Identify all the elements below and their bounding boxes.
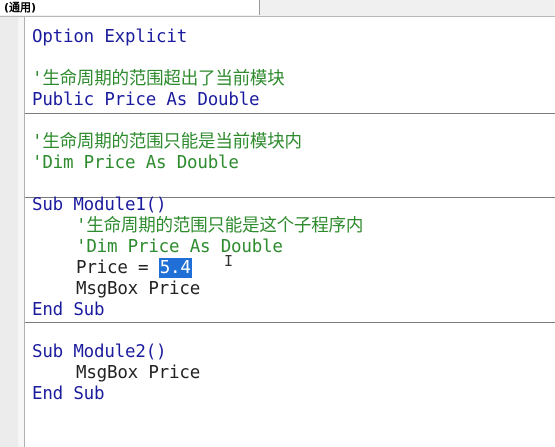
code-line[interactable]: Sub Module1() (32, 195, 547, 216)
code-line[interactable]: Price = 5.4 (32, 258, 547, 279)
code-line[interactable]: End Sub (32, 300, 547, 321)
code-line[interactable]: MsgBox Price (32, 279, 547, 300)
code-line[interactable]: Sub Module2() (32, 342, 547, 363)
text-cursor-icon: I (224, 252, 234, 270)
code-comment-line[interactable]: '生命周期的范围只能是这个子程序内 (32, 216, 547, 237)
selected-text[interactable]: 5.4 (158, 258, 192, 278)
code-comment-line[interactable]: '生命周期的范围只能是当前模块内 (32, 132, 547, 153)
code-line[interactable]: MsgBox Price (32, 363, 547, 384)
code-text: Price = (76, 258, 159, 278)
code-line[interactable] (32, 111, 547, 132)
code-comment-line[interactable]: 'Dim Price As Double (32, 153, 547, 174)
code-line[interactable]: Option Explicit (32, 27, 547, 48)
code-line[interactable] (32, 174, 547, 195)
code-line[interactable] (32, 321, 547, 342)
object-dropdown[interactable]: (通用) (0, 0, 260, 15)
code-editor[interactable]: Option Explicit '生命周期的范围超出了当前模块 Public P… (32, 27, 547, 405)
code-line[interactable]: End Sub (32, 384, 547, 405)
code-line[interactable]: Public Price As Double (32, 90, 547, 111)
margin-strip (18, 17, 25, 447)
vba-code-window: (通用) Option Explicit '生命周期的范围超出了当前模块 Pub… (0, 0, 555, 447)
code-comment-line[interactable]: '生命周期的范围超出了当前模块 (32, 69, 547, 90)
code-comment-line[interactable]: 'Dim Price As Double (32, 237, 547, 258)
code-line[interactable] (32, 48, 547, 69)
code-window-toolbar: (通用) (0, 0, 555, 17)
margin-indicator-bar[interactable] (0, 17, 19, 447)
